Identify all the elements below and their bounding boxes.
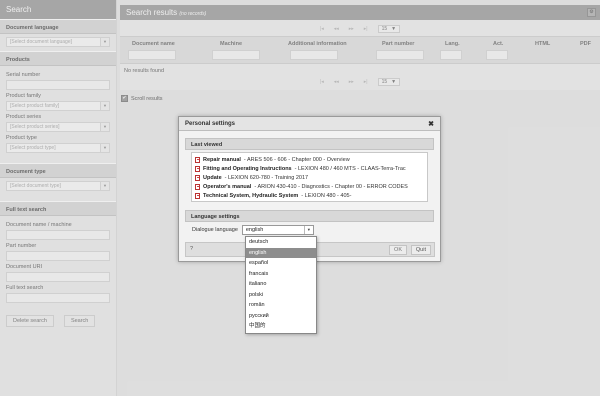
- dialog-title-bar: Personal settings ✖: [179, 117, 440, 131]
- help-button[interactable]: ?: [190, 246, 193, 252]
- chevron-down-icon: ▼: [303, 226, 313, 234]
- item-detail: - ARES 506 - 606 - Chapter 000 - Overvie…: [243, 156, 350, 163]
- last-viewed-item[interactable]: Operator's manual - ARION 430-410 - Diag…: [195, 182, 424, 191]
- language-option-roman[interactable]: român: [246, 300, 316, 311]
- last-viewed-header: Last viewed: [185, 138, 434, 150]
- last-viewed-item[interactable]: Update - LEXION 620-780 - Training 2017: [195, 173, 424, 182]
- language-option-deutsch[interactable]: deutsch: [246, 237, 316, 248]
- language-option-polski[interactable]: polski: [246, 290, 316, 301]
- item-type: Operator's manual: [203, 183, 252, 190]
- last-viewed-list: Repair manual - ARES 506 - 606 - Chapter…: [191, 152, 428, 202]
- pdf-document-icon: [195, 183, 200, 190]
- pdf-document-icon: [195, 192, 200, 199]
- item-detail: - LEXION 480 - 405-: [301, 192, 352, 199]
- item-type: Update: [203, 174, 222, 181]
- ok-button[interactable]: OK: [389, 245, 407, 255]
- language-option-english[interactable]: english: [246, 247, 316, 258]
- item-detail: - LEXION 620-780 - Training 2017: [224, 174, 309, 181]
- language-option-francais[interactable]: francais: [246, 269, 316, 280]
- language-dropdown-list: deutsch english español francais italian…: [245, 236, 317, 334]
- language-option-russian[interactable]: русский: [246, 311, 316, 322]
- language-option-chinese[interactable]: 中国的: [246, 321, 316, 332]
- item-type: Technical System, Hydraulic System: [203, 192, 299, 199]
- item-type: Repair manual: [203, 156, 241, 163]
- quit-button[interactable]: Quit: [410, 245, 431, 255]
- dialogue-language-select[interactable]: english ▼: [241, 225, 314, 235]
- last-viewed-item[interactable]: Repair manual - ARES 506 - 606 - Chapter…: [195, 155, 424, 164]
- close-icon[interactable]: ✖: [428, 120, 434, 128]
- pdf-document-icon: [195, 174, 200, 181]
- selected-language: english: [245, 227, 264, 233]
- language-option-italiano[interactable]: italiano: [246, 279, 316, 290]
- dialogue-language-label: Dialogue language: [192, 227, 238, 233]
- item-type: Fitting and Operating Instructions: [203, 165, 292, 172]
- language-option-espanol[interactable]: español: [246, 258, 316, 269]
- last-viewed-item[interactable]: Technical System, Hydraulic System - LEX…: [195, 191, 424, 200]
- item-detail: - LEXION 480 / 460 MTS - CLAAS-Terra-Tra…: [294, 165, 406, 172]
- pdf-document-icon: [195, 165, 200, 172]
- pdf-document-icon: [195, 156, 200, 163]
- dialogue-language-row: Dialogue language english ▼: [192, 225, 314, 235]
- last-viewed-item[interactable]: Fitting and Operating Instructions - LEX…: [195, 164, 424, 173]
- dialog-title: Personal settings: [185, 121, 236, 127]
- item-detail: - ARION 430-410 - Diagnostics - Chapter …: [254, 183, 408, 190]
- language-settings-header: Language settings: [185, 210, 434, 222]
